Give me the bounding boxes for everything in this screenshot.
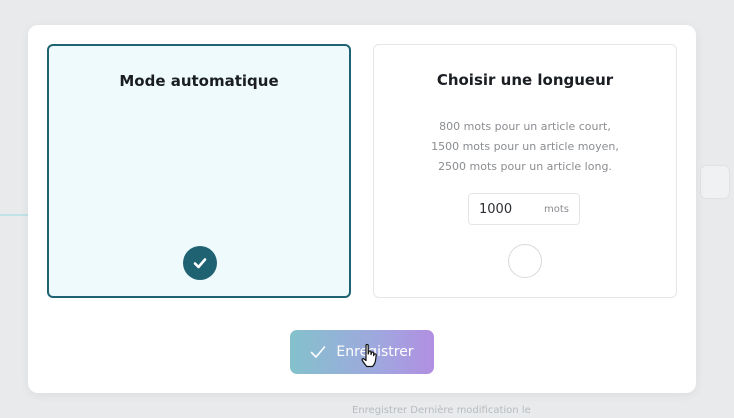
- description-line: 800 mots pour un article court,: [439, 120, 611, 133]
- description-line: 2500 mots pour un article long.: [438, 160, 612, 173]
- background-input: [700, 165, 730, 199]
- word-count-input[interactable]: 1000 mots: [468, 193, 580, 225]
- option-title-automatic: Mode automatique: [119, 72, 279, 90]
- radio-unselected-icon[interactable]: [508, 244, 542, 278]
- checkmark-icon: [310, 345, 326, 359]
- word-count-value: 1000: [479, 202, 513, 217]
- description-line: 1500 mots pour un article moyen,: [431, 140, 619, 153]
- check-circle-icon: [183, 246, 217, 280]
- word-count-unit: mots: [544, 204, 569, 215]
- option-description: 800 mots pour un article court, 1500 mot…: [374, 117, 676, 177]
- option-card-automatic[interactable]: Mode automatique: [47, 44, 351, 298]
- background-text: Enregistrer Dernière modification le: [352, 405, 531, 416]
- hand-cursor-icon: [361, 343, 377, 368]
- option-title-custom-length: Choisir une longueur: [436, 71, 614, 89]
- length-modal: Mode automatique Choisir une longueur 80…: [28, 25, 696, 393]
- option-card-custom-length[interactable]: Choisir une longueur 800 mots pour un ar…: [373, 44, 677, 298]
